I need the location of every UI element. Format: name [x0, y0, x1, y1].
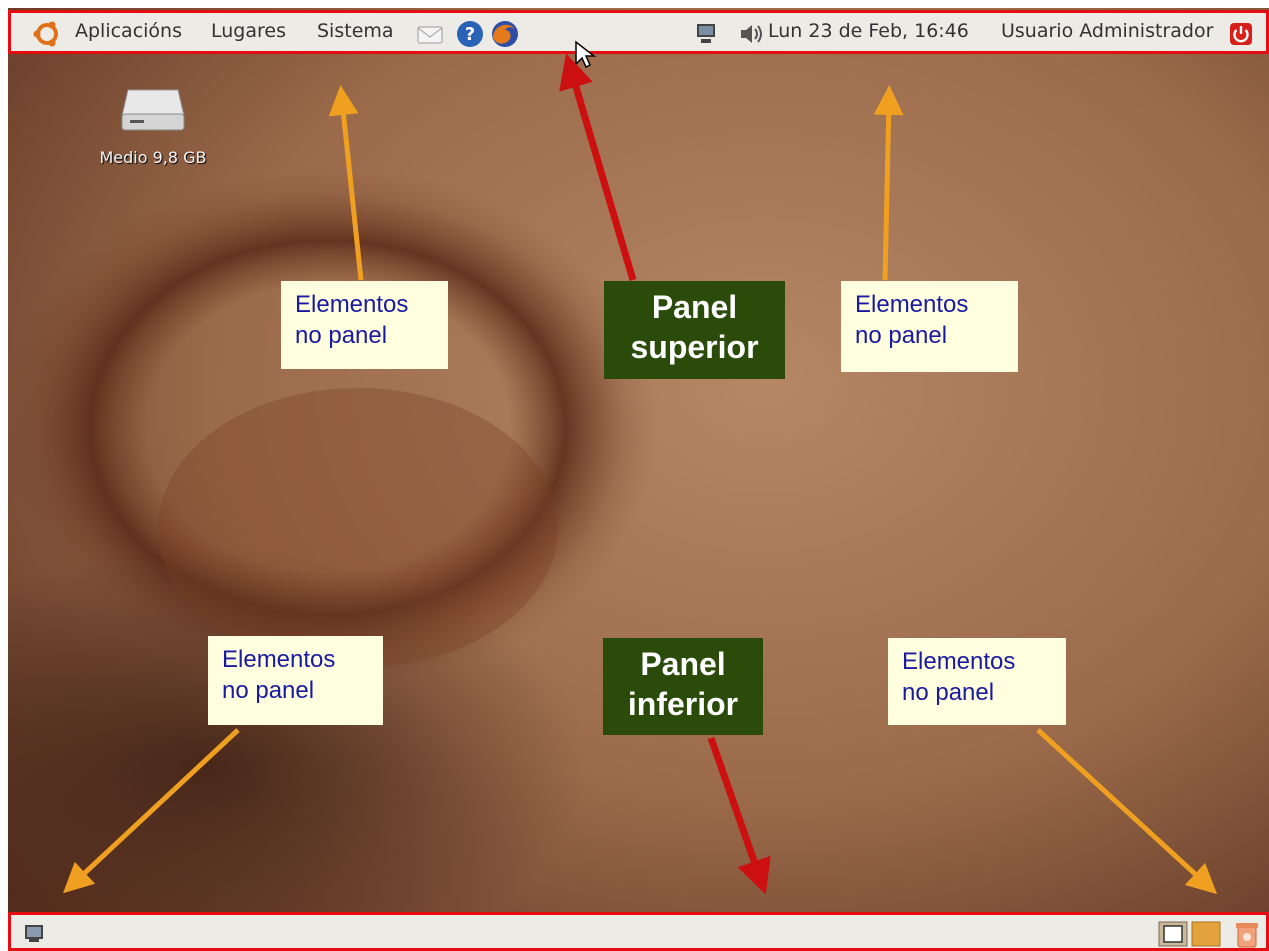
menu-aplicacions[interactable]: Aplicacións — [75, 20, 182, 42]
shutdown-icon[interactable] — [1229, 22, 1253, 50]
label-items-bottom-left: Elementos no panel — [208, 636, 383, 725]
user-name[interactable]: Usuario Administrador — [1001, 20, 1213, 42]
label-line: inferior — [627, 686, 739, 722]
workspace-2-icon[interactable] — [1191, 921, 1221, 951]
label-items-top-left: Elementos no panel — [281, 281, 448, 369]
desktop-screen: Aplicacións Lugares Sistema ? Lun 23 de … — [8, 8, 1269, 951]
trash-icon[interactable] — [1233, 919, 1261, 951]
volume-icon[interactable] — [738, 22, 764, 50]
workspace-1-icon[interactable] — [1158, 921, 1188, 951]
label-panel-bottom: Panel inferior — [603, 638, 763, 735]
ubuntu-logo-icon[interactable] — [33, 20, 61, 52]
bottom-panel — [8, 912, 1269, 951]
label-panel-top: Panel superior — [604, 281, 785, 379]
mouse-cursor-icon — [575, 40, 597, 69]
label-line: no panel — [902, 679, 995, 706]
label-line: no panel — [222, 677, 315, 704]
label-line: Elementos — [855, 291, 969, 318]
label-line: Elementos — [902, 648, 1016, 675]
label-items-bottom-right: Elementos no panel — [888, 638, 1066, 725]
menu-lugares[interactable]: Lugares — [211, 20, 286, 42]
svg-text:?: ? — [465, 24, 475, 45]
label-line: Elementos — [295, 291, 409, 318]
firefox-icon[interactable] — [489, 18, 521, 54]
label-line: no panel — [855, 322, 948, 349]
label-line: superior — [630, 329, 759, 365]
label-line: no panel — [295, 322, 388, 349]
drive-label[interactable]: Medio 9,8 GB — [78, 148, 228, 167]
help-icon[interactable]: ? — [455, 19, 485, 53]
clock[interactable]: Lun 23 de Feb, 16:46 — [768, 20, 969, 42]
label-line: Panel — [651, 289, 738, 325]
label-line: Panel — [640, 646, 726, 682]
label-line: Elementos — [222, 646, 336, 673]
menu-sistema[interactable]: Sistema — [317, 20, 394, 42]
label-items-top-right: Elementos no panel — [841, 281, 1018, 372]
top-panel: Aplicacións Lugares Sistema ? Lun 23 de … — [8, 10, 1269, 54]
network-icon[interactable] — [694, 21, 718, 51]
show-desktop-icon[interactable] — [23, 922, 45, 948]
mail-icon[interactable] — [416, 21, 444, 51]
drive-icon[interactable] — [118, 80, 188, 138]
